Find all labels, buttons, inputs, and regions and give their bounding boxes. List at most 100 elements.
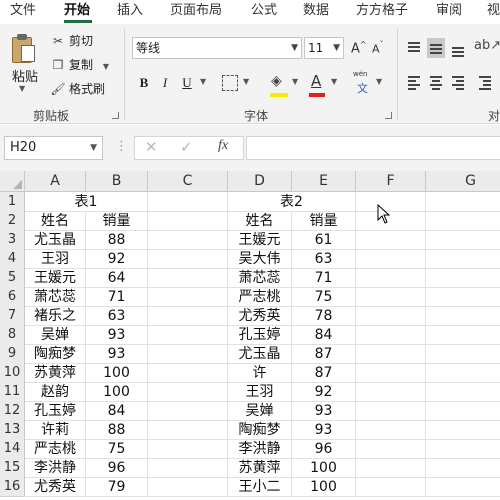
cell-e8[interactable]: 84 (292, 325, 356, 345)
tab-home[interactable]: 开始 (64, 2, 90, 20)
text-orientation-icon[interactable]: ab↗ (474, 38, 500, 53)
font-size-select[interactable]: 11 ▼ (304, 37, 344, 59)
cut-button[interactable]: ✂ 剪切 (50, 33, 93, 49)
cell-b16[interactable]: 79 (86, 477, 148, 497)
cell-e3[interactable]: 61 (292, 230, 356, 250)
fill-color-dropdown-icon[interactable]: ▼ (292, 77, 298, 86)
column-header-f[interactable]: F (356, 171, 426, 192)
cell-c14[interactable] (148, 439, 228, 459)
cell-e15[interactable]: 100 (292, 458, 356, 478)
cell-f5[interactable] (356, 268, 426, 288)
cell-b9[interactable]: 93 (86, 344, 148, 364)
cell-a6[interactable]: 萧芯蕊 (25, 287, 86, 307)
cell-g12[interactable] (426, 401, 500, 421)
bold-button[interactable]: B (137, 72, 151, 94)
tab-file[interactable]: 文件 (10, 2, 36, 20)
column-header-a[interactable]: A (25, 171, 86, 192)
cell-e10[interactable]: 87 (292, 363, 356, 383)
cell-g6[interactable] (426, 287, 500, 307)
cell-g5[interactable] (426, 268, 500, 288)
row-header-12[interactable]: 12 (0, 401, 25, 421)
cell-g10[interactable] (426, 363, 500, 383)
cell-g9[interactable] (426, 344, 500, 364)
column-header-b[interactable]: B (86, 171, 148, 192)
table2-header-sales[interactable]: 销量 (292, 211, 356, 231)
row-header-2[interactable]: 2 (0, 211, 25, 231)
cell-d3[interactable]: 王媛元 (228, 230, 292, 250)
cell-b12[interactable]: 84 (86, 401, 148, 421)
cell-g16[interactable] (426, 477, 500, 497)
cell-c9[interactable] (148, 344, 228, 364)
cell-f8[interactable] (356, 325, 426, 345)
cell-f2[interactable] (356, 211, 426, 231)
row-header-1[interactable]: 1 (0, 192, 25, 212)
cell-f11[interactable] (356, 382, 426, 402)
cell-d11[interactable]: 王羽 (228, 382, 292, 402)
name-box[interactable]: H20 ▼ (4, 136, 103, 160)
cell-f10[interactable] (356, 363, 426, 383)
row-header-4[interactable]: 4 (0, 249, 25, 269)
column-header-g[interactable]: G (426, 171, 500, 192)
cell-a11[interactable]: 赵韵 (25, 382, 86, 402)
cell-e13[interactable]: 93 (292, 420, 356, 440)
table1-title[interactable]: 表1 (25, 192, 148, 212)
row-header-8[interactable]: 8 (0, 325, 25, 345)
tab-data[interactable]: 数据 (303, 2, 329, 20)
formula-input[interactable] (246, 136, 500, 160)
row-header-3[interactable]: 3 (0, 230, 25, 250)
row-header-5[interactable]: 5 (0, 268, 25, 288)
cell-c12[interactable] (148, 401, 228, 421)
cell-d8[interactable]: 孔玉婷 (228, 325, 292, 345)
cell-c3[interactable] (148, 230, 228, 250)
row-header-6[interactable]: 6 (0, 287, 25, 307)
cell-d5[interactable]: 萧芯蕊 (228, 268, 292, 288)
enter-icon[interactable]: ✓ (180, 138, 193, 156)
phonetic-dropdown-icon[interactable]: ▼ (376, 77, 382, 86)
cell-c13[interactable] (148, 420, 228, 440)
cell-d14[interactable]: 李洪静 (228, 439, 292, 459)
cell-c1[interactable] (148, 192, 228, 212)
cell-b5[interactable]: 64 (86, 268, 148, 288)
italic-button[interactable]: I (159, 72, 171, 94)
column-header-c[interactable]: C (148, 171, 228, 192)
row-header-16[interactable]: 16 (0, 477, 25, 497)
cell-c11[interactable] (148, 382, 228, 402)
cell-d10[interactable]: 许 (228, 363, 292, 383)
tab-review[interactable]: 审阅 (436, 2, 462, 20)
cell-d16[interactable]: 王小二 (228, 477, 292, 497)
tab-insert[interactable]: 插入 (117, 2, 143, 20)
align-bottom-icon[interactable] (449, 38, 467, 58)
align-right-icon[interactable] (449, 72, 467, 92)
cell-a15[interactable]: 李洪静 (25, 458, 86, 478)
table1-header-name[interactable]: 姓名 (25, 211, 86, 231)
align-left-icon[interactable] (405, 72, 423, 92)
cell-f9[interactable] (356, 344, 426, 364)
column-header-e[interactable]: E (292, 171, 356, 192)
underline-dropdown-icon[interactable]: ▼ (200, 77, 206, 86)
cell-e4[interactable]: 63 (292, 249, 356, 269)
cell-a10[interactable]: 苏黄萍 (25, 363, 86, 383)
cell-f3[interactable] (356, 230, 426, 250)
paste-button[interactable]: 粘贴 (12, 66, 38, 85)
cell-b11[interactable]: 100 (86, 382, 148, 402)
table2-title[interactable]: 表2 (228, 192, 356, 212)
tab-page-layout[interactable]: 页面布局 (170, 2, 222, 20)
cell-d13[interactable]: 陶痴梦 (228, 420, 292, 440)
font-launcher-icon[interactable] (385, 112, 392, 119)
cell-b14[interactable]: 75 (86, 439, 148, 459)
paste-dropdown-icon[interactable]: ▼ (19, 84, 25, 93)
cell-d12[interactable]: 吴婵 (228, 401, 292, 421)
cell-c4[interactable] (148, 249, 228, 269)
cell-c16[interactable] (148, 477, 228, 497)
cell-f15[interactable] (356, 458, 426, 478)
cell-a16[interactable]: 尤秀英 (25, 477, 86, 497)
cell-f13[interactable] (356, 420, 426, 440)
cell-e7[interactable]: 78 (292, 306, 356, 326)
tab-fangfang[interactable]: 方方格子 (356, 2, 408, 20)
cell-g4[interactable] (426, 249, 500, 269)
cell-c6[interactable] (148, 287, 228, 307)
cell-b6[interactable]: 71 (86, 287, 148, 307)
align-middle-icon[interactable] (427, 38, 445, 58)
cell-g14[interactable] (426, 439, 500, 459)
cell-g2[interactable] (426, 211, 500, 231)
